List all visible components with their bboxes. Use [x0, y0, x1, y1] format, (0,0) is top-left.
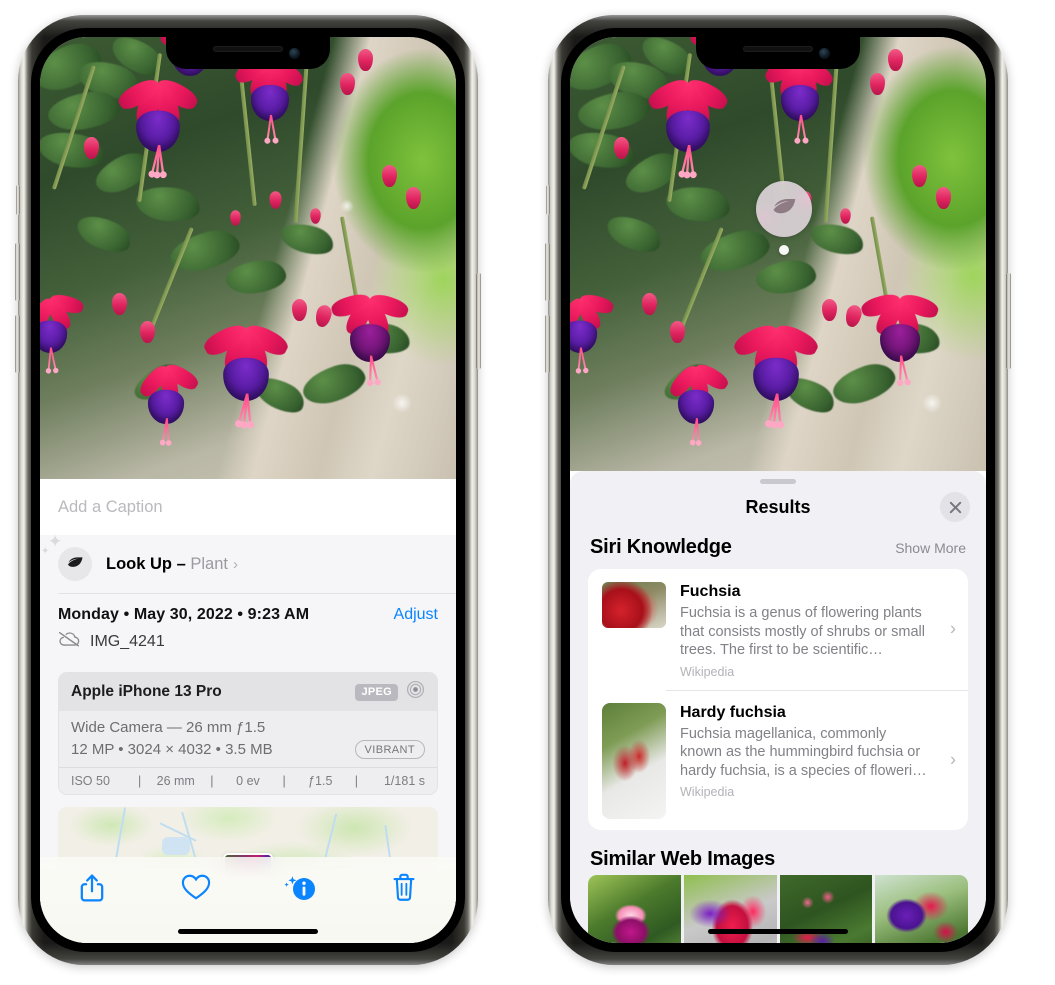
chevron-right-icon: › [950, 749, 956, 770]
device-notch [696, 37, 860, 69]
leaf-icon [773, 199, 796, 214]
delete-button[interactable] [352, 873, 456, 902]
lookup-section: ✦ ✦ Look Up – Plant › Monday • May 30, 2… [40, 532, 456, 877]
exif-stats: ISO 50 | 26 mm | 0 ev | ƒ1.5 | 1/181 s [59, 767, 437, 794]
result-source: Wikipedia [680, 785, 735, 800]
icloud-slash-icon [58, 631, 80, 652]
exif-body: Wide Camera — 26 mm ƒ1.5 12 MP • 3024 × … [59, 711, 437, 767]
lens-info: Wide Camera — 26 mm ƒ1.5 [71, 719, 266, 736]
caption-placeholder: Add a Caption [58, 497, 163, 516]
similar-web-images-header: Similar Web Images [570, 830, 986, 871]
list-item[interactable]: Hardy fuchsia Fuchsia magellanica, commo… [588, 689, 968, 830]
earpiece-speaker [213, 46, 283, 52]
web-image-thumbnail[interactable] [875, 874, 968, 943]
result-title: Fuchsia [680, 583, 741, 600]
device-bezel: Add a Caption ✦ ✦ Look Up – Plant › Mond… [31, 28, 465, 952]
volume-up-button[interactable] [545, 243, 550, 301]
visual-lookup-screen: Results Siri Knowledge Show More Fuchsia… [570, 37, 986, 943]
iphone-right-device: Results Siri Knowledge Show More Fuchsia… [545, 15, 1011, 965]
favorite-button[interactable] [144, 873, 248, 901]
mute-switch[interactable] [546, 185, 550, 215]
camera-device: Apple iPhone 13 Pro [71, 683, 222, 700]
sparkle-icon: ✦ [48, 532, 63, 551]
visual-lookup-leaf-pin[interactable] [756, 181, 812, 237]
volume-down-button[interactable] [545, 315, 550, 373]
photo-viewer[interactable] [570, 37, 986, 471]
device-bezel: Results Siri Knowledge Show More Fuchsia… [561, 28, 995, 952]
stat-divider: | [354, 774, 358, 788]
panel-title: Results [745, 496, 811, 517]
earpiece-speaker [743, 46, 813, 52]
fuchsia-photo [40, 37, 456, 479]
info-button[interactable] [248, 873, 352, 903]
close-button[interactable] [940, 492, 970, 522]
leaf-icon [58, 547, 92, 581]
photo-info-sheet: Add a Caption ✦ ✦ Look Up – Plant › Mond… [40, 479, 456, 943]
home-indicator[interactable] [178, 929, 318, 934]
photos-app-screen: Add a Caption ✦ ✦ Look Up – Plant › Mond… [40, 37, 456, 943]
stat-ev: 0 ev [236, 774, 260, 788]
result-title: Hardy fuchsia [680, 703, 786, 721]
caption-input[interactable]: Add a Caption [40, 479, 456, 535]
result-description: Fuchsia magellanica, commonly known as t… [680, 725, 927, 779]
section-title-similar-web-images: Similar Web Images [590, 847, 775, 870]
front-camera [289, 48, 300, 59]
stat-focal: 26 mm [156, 774, 195, 788]
result-source: Wikipedia [680, 664, 735, 679]
look-up-plant-row[interactable]: ✦ ✦ Look Up – Plant › [40, 532, 456, 593]
look-up-subject: Plant [190, 554, 228, 573]
photographic-style-badge: VIBRANT [354, 740, 425, 759]
siri-knowledge-card: Fuchsia Fuchsia is a genus of flowering … [588, 569, 968, 830]
fuchsia-photo [570, 37, 986, 471]
aperture-icon [406, 680, 425, 704]
trash-icon [393, 873, 415, 901]
results-panel: Results Siri Knowledge Show More Fuchsia… [570, 471, 986, 943]
volume-down-button[interactable] [15, 315, 20, 373]
power-button[interactable] [1006, 273, 1011, 369]
stat-shutter: 1/181 s [383, 774, 425, 788]
iphone-left-device: Add a Caption ✦ ✦ Look Up – Plant › Mond… [15, 15, 481, 965]
siri-knowledge-header: Siri Knowledge Show More [570, 530, 986, 569]
result-description: Fuchsia is a genus of flowering plants t… [680, 605, 925, 659]
stat-iso: ISO 50 [71, 774, 110, 788]
format-badge: JPEG [355, 683, 398, 701]
exif-header: Apple iPhone 13 Pro JPEG [59, 673, 437, 711]
file-name: IMG_4241 [90, 632, 165, 650]
volume-up-button[interactable] [15, 243, 20, 301]
sparkle-small-icon: ✦ [41, 546, 50, 557]
stat-aperture: ƒ1.5 [308, 774, 333, 788]
section-title-siri-knowledge: Siri Knowledge [590, 536, 732, 558]
screenshot-stage: Add a Caption ✦ ✦ Look Up – Plant › Mond… [0, 0, 1055, 985]
capture-date: Monday • May 30, 2022 • 9:23 AM [58, 606, 310, 623]
adjust-button[interactable]: Adjust [394, 606, 438, 624]
power-button[interactable] [476, 273, 481, 369]
photo-metadata: Monday • May 30, 2022 • 9:23 AM Adjust I… [40, 594, 456, 662]
stat-divider: | [138, 774, 142, 788]
resolution-info: 12 MP • 3024 × 4032 • 3.5 MB [71, 741, 273, 758]
chevron-right-icon: › [950, 618, 956, 639]
results-header: Results [570, 484, 986, 530]
look-up-label: Look Up – Plant › [106, 554, 238, 573]
close-icon [949, 501, 961, 513]
exif-card[interactable]: Apple iPhone 13 Pro JPEG Wide Camera — 2… [58, 672, 438, 795]
result-thumbnail [602, 702, 666, 819]
share-button[interactable] [40, 873, 144, 903]
result-thumbnail [602, 582, 666, 628]
home-indicator[interactable] [708, 929, 848, 934]
photo-viewer[interactable] [40, 37, 456, 479]
device-notch [166, 37, 330, 69]
share-icon [80, 874, 104, 902]
list-item[interactable]: Fuchsia Fuchsia is a genus of flowering … [588, 569, 968, 690]
chevron-right-icon: › [232, 555, 238, 573]
web-image-thumbnail[interactable] [588, 874, 681, 943]
info-sparkle-icon [284, 876, 315, 900]
stat-divider: | [282, 774, 286, 788]
heart-icon [181, 874, 211, 900]
mute-switch[interactable] [16, 185, 20, 215]
show-more-button[interactable]: Show More [895, 540, 966, 556]
front-camera [819, 48, 830, 59]
stat-divider: | [210, 774, 214, 788]
